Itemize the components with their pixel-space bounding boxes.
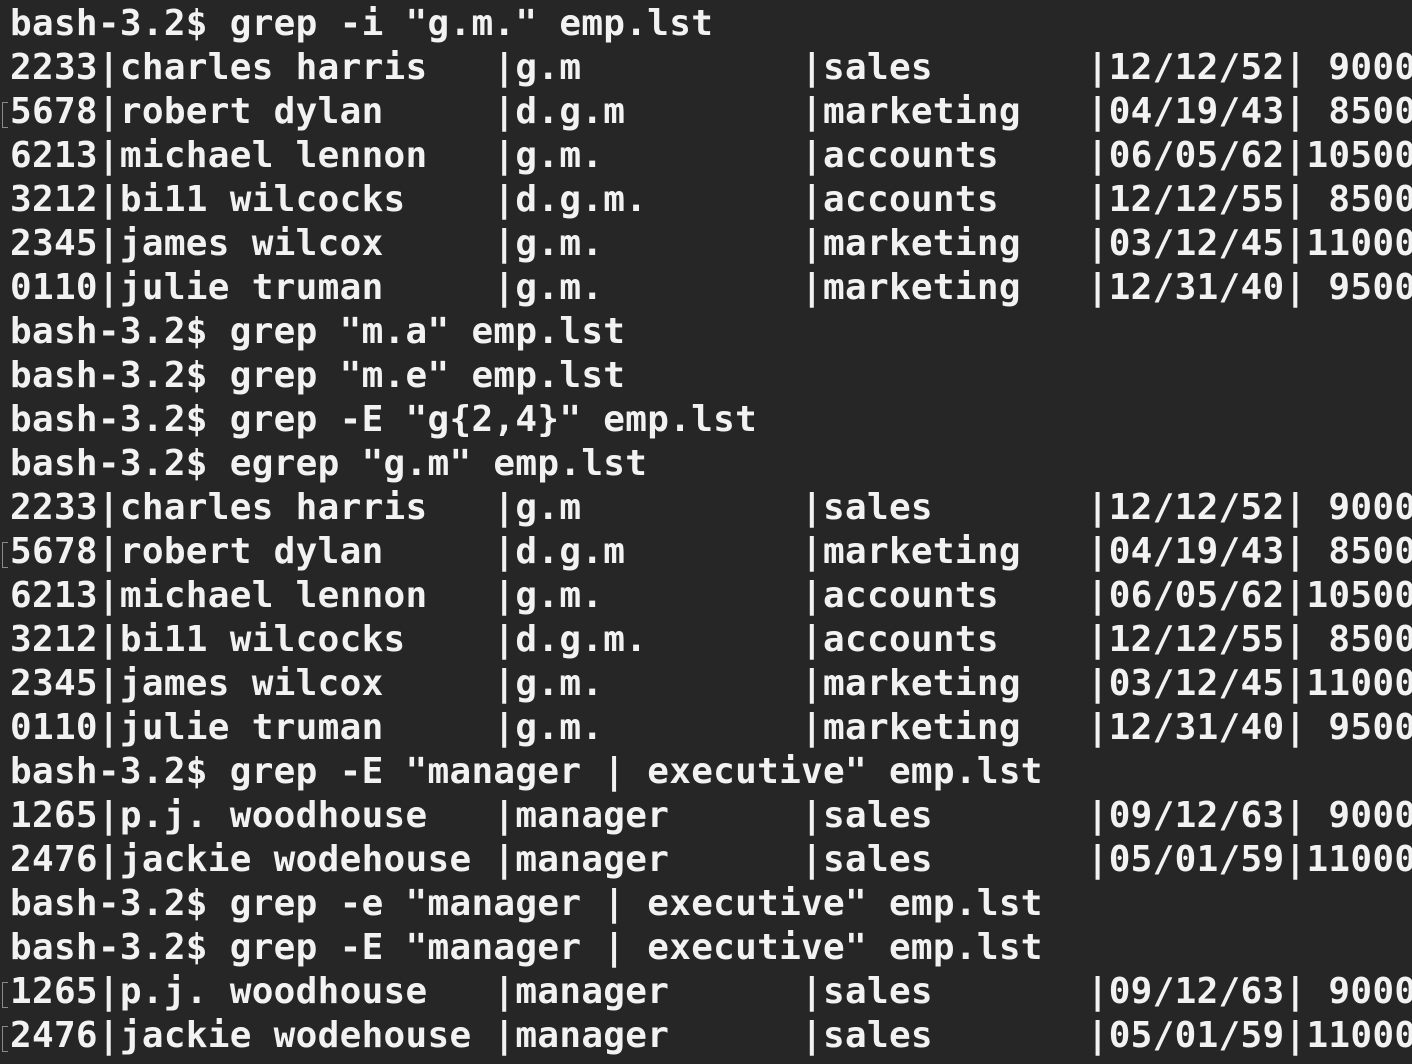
prompt-line: bash-3.2$ grep "m.e" emp.lst: [10, 354, 1412, 398]
output-row: 2345|james wilcox |g.m. |marketing |03/1…: [10, 662, 1412, 706]
line-text: 2233|charles harris |g.m |sales |12/12/5…: [10, 47, 1412, 88]
line-text: 6213|michael lennon |g.m. |accounts |06/…: [10, 575, 1412, 616]
mark-bracket-icon: [2, 102, 8, 128]
line-text: bash-3.2$ egrep "g.m" emp.lst: [10, 443, 648, 484]
output-row: 3212|bi11 wilcocks |d.g.m. |accounts |12…: [10, 618, 1412, 662]
line-text: 2345|james wilcox |g.m. |marketing |03/1…: [10, 223, 1412, 264]
line-text: bash-3.2$ grep -e "manager | executive" …: [10, 883, 1043, 924]
output-row: 0110|julie truman |g.m. |marketing |12/3…: [10, 266, 1412, 310]
prompt-line: bash-3.2$ grep -E "g{2,4}" emp.lst: [10, 398, 1412, 442]
line-text: bash-3.2$ grep "m.e" emp.lst: [10, 355, 626, 396]
prompt-line: bash-3.2$ grep "m.a" emp.lst: [10, 310, 1412, 354]
line-text: bash-3.2$ grep -i "g.m." emp.lst: [10, 3, 714, 44]
line-text: 2233|charles harris |g.m |sales |12/12/5…: [10, 487, 1412, 528]
prompt-line: bash-3.2$ grep -E "manager | executive" …: [10, 750, 1412, 794]
line-text: 2345|james wilcox |g.m. |marketing |03/1…: [10, 663, 1412, 704]
output-row: 2233|charles harris |g.m |sales |12/12/5…: [10, 486, 1412, 530]
output-row: 2476|jackie wodehouse |manager |sales |0…: [2, 1014, 1412, 1058]
prompt-line: bash-3.2$ grep -E "manager | executive" …: [10, 926, 1412, 970]
line-text: 5678|robert dylan |d.g.m |marketing |04/…: [10, 91, 1412, 132]
line-text: bash-3.2$ grep -E "manager | executive" …: [10, 927, 1043, 968]
output-row: 1265|p.j. woodhouse |manager |sales |09/…: [10, 794, 1412, 838]
prompt-line: bash-3.2$ grep -e "manager | executive" …: [10, 882, 1412, 926]
line-text: 1265|p.j. woodhouse |manager |sales |09/…: [10, 971, 1412, 1012]
output-row: 5678|robert dylan |d.g.m |marketing |04/…: [2, 530, 1412, 574]
output-row: 1265|p.j. woodhouse |manager |sales |09/…: [2, 970, 1412, 1014]
line-text: 0110|julie truman |g.m. |marketing |12/3…: [10, 707, 1412, 748]
output-row: 6213|michael lennon |g.m. |accounts |06/…: [10, 574, 1412, 618]
output-row: 3212|bi11 wilcocks |d.g.m. |accounts |12…: [10, 178, 1412, 222]
line-text: 3212|bi11 wilcocks |d.g.m. |accounts |12…: [10, 179, 1412, 220]
prompt-line: bash-3.2$ grep -i "g.m." emp.lst: [10, 2, 1412, 46]
line-text: bash-3.2$ grep -E "manager | executive" …: [10, 751, 1043, 792]
mark-bracket-icon: [2, 1026, 8, 1052]
mark-bracket-icon: [2, 982, 8, 1008]
line-text: 2476|jackie wodehouse |manager |sales |0…: [10, 839, 1412, 880]
terminal-window[interactable]: bash-3.2$ grep -i "g.m." emp.lst 2233|ch…: [0, 0, 1412, 1064]
output-row: 5678|robert dylan |d.g.m |marketing |04/…: [2, 90, 1412, 134]
output-row: 0110|julie truman |g.m. |marketing |12/3…: [10, 706, 1412, 750]
line-text: 6213|michael lennon |g.m. |accounts |06/…: [10, 135, 1412, 176]
line-text: 3212|bi11 wilcocks |d.g.m. |accounts |12…: [10, 619, 1412, 660]
line-text: 2476|jackie wodehouse |manager |sales |0…: [10, 1015, 1412, 1056]
output-row: 2476|jackie wodehouse |manager |sales |0…: [10, 838, 1412, 882]
output-row: 2233|charles harris |g.m |sales |12/12/5…: [10, 46, 1412, 90]
line-text: 0110|julie truman |g.m. |marketing |12/3…: [10, 267, 1412, 308]
line-text: bash-3.2$ grep "m.a" emp.lst: [10, 311, 626, 352]
output-row: 6213|michael lennon |g.m. |accounts |06/…: [10, 134, 1412, 178]
line-text: 1265|p.j. woodhouse |manager |sales |09/…: [10, 795, 1412, 836]
line-text: bash-3.2$ grep -E "g{2,4}" emp.lst: [10, 399, 758, 440]
output-row: 2345|james wilcox |g.m. |marketing |03/1…: [10, 222, 1412, 266]
mark-bracket-icon: [2, 542, 8, 568]
line-text: 5678|robert dylan |d.g.m |marketing |04/…: [10, 531, 1412, 572]
prompt-line: bash-3.2$ egrep "g.m" emp.lst: [10, 442, 1412, 486]
